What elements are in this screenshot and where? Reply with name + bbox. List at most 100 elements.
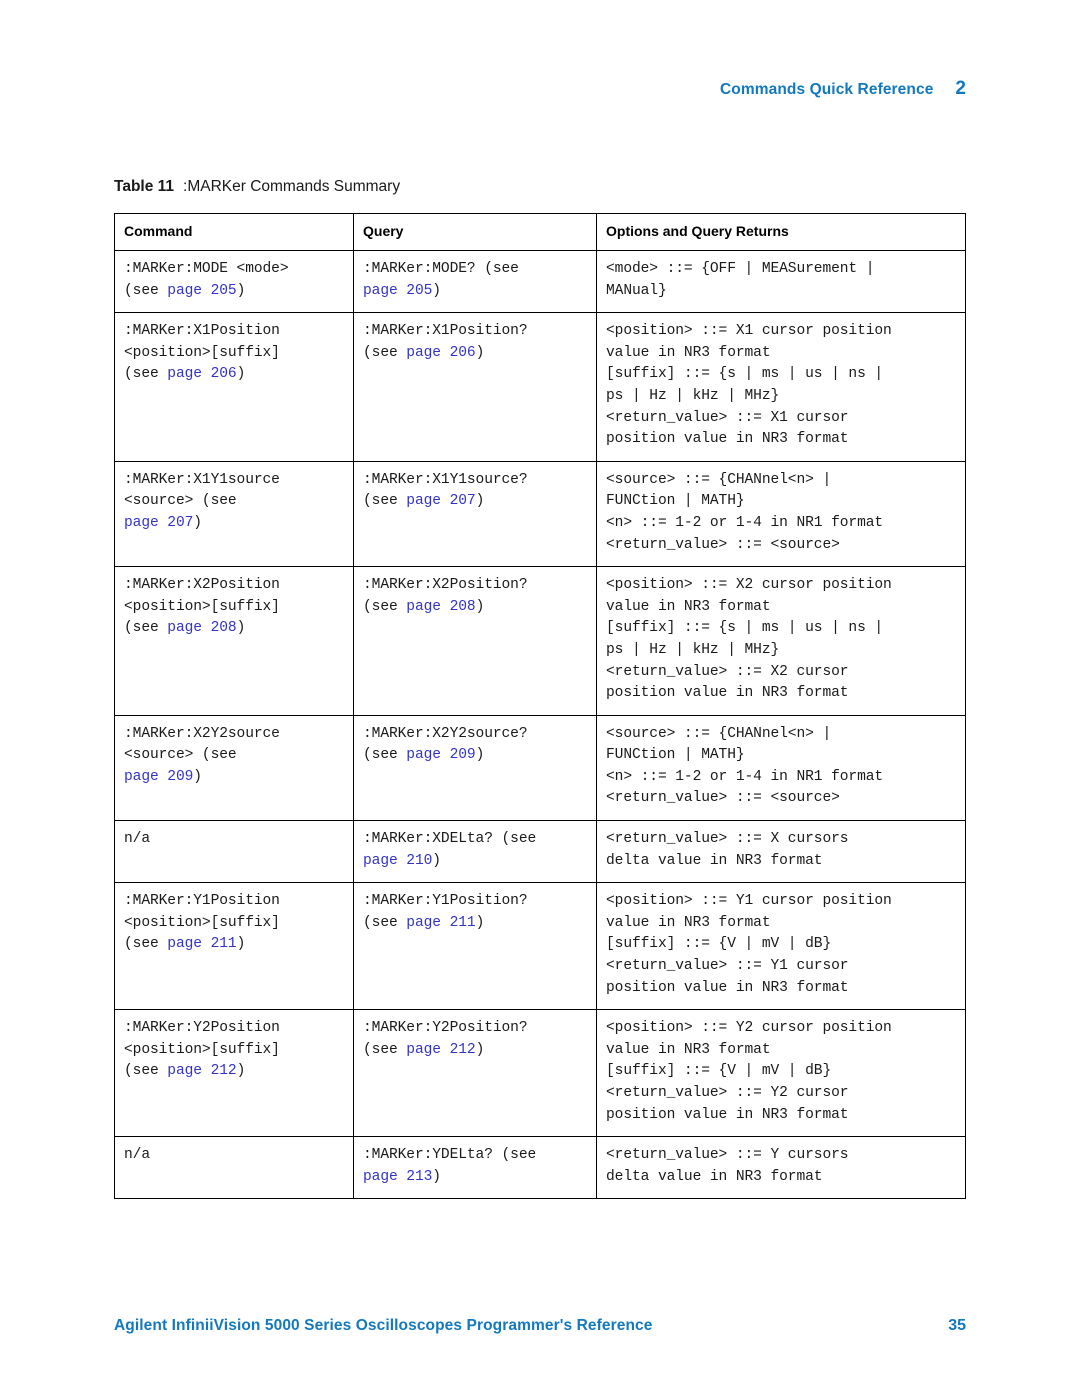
cell-text: ) bbox=[236, 1063, 246, 1080]
cell-line: MANual} bbox=[606, 281, 956, 303]
cell-line: FUNCtion | MATH} bbox=[606, 745, 956, 767]
cell-text: <n> ::= 1-2 or 1-4 in NR1 format bbox=[606, 768, 884, 785]
cell-text: ) bbox=[475, 598, 485, 615]
cell-line: ps | Hz | kHz | MHz} bbox=[606, 386, 956, 408]
cell-text: ) bbox=[193, 768, 202, 785]
cell-line: (see page 208) bbox=[363, 597, 587, 619]
cell-line: :MARKer:Y1Position bbox=[124, 891, 344, 913]
running-footer: Agilent InfiniiVision 5000 Series Oscill… bbox=[114, 1317, 966, 1335]
table-row: :MARKer:MODE <mode> (see page 205):MARKer… bbox=[114, 249, 966, 314]
cell-text: :MARKer:Y2Position? bbox=[363, 1020, 528, 1037]
cell-text: [suffix] ::= {s | ms | us | ns | bbox=[606, 620, 884, 637]
cell-text: :MARKer:Y1Position? bbox=[363, 893, 528, 910]
cell-text: value in NR3 format bbox=[606, 914, 771, 931]
cell-line: delta value in NR3 format bbox=[606, 851, 956, 873]
cell-query: :MARKer:Y2Position? (see page 212) bbox=[353, 1009, 597, 1138]
cell-text: <source> ::= {CHANnel<n> | bbox=[606, 471, 832, 488]
page-link[interactable]: page 205 bbox=[167, 283, 236, 299]
cell-text: ) bbox=[475, 344, 485, 361]
cell-options: <position> ::= X2 cursor position value i… bbox=[596, 566, 966, 716]
cell-command: :MARKer:Y2Position <position>[suffix] (see… bbox=[114, 1009, 354, 1138]
cell-text: ) bbox=[475, 914, 485, 931]
cell-text: :MARKer:MODE <mode> bbox=[124, 261, 289, 277]
cell-line: <position>[suffix] bbox=[124, 1040, 344, 1062]
table-head: Command Query Options and Query Returns bbox=[114, 213, 966, 251]
cell-text: :MARKer:X1Y1source bbox=[124, 471, 280, 488]
page-link[interactable]: page 207 bbox=[406, 493, 475, 509]
cell-text: (see bbox=[124, 282, 168, 299]
cell-text: <return_value> ::= Y2 cursor bbox=[606, 1085, 849, 1101]
cell-line: (see page 212) bbox=[363, 1040, 587, 1062]
cell-line: :MARKer:X1Y1source? bbox=[363, 470, 587, 492]
cell-text: :MARKer:Y2Position bbox=[124, 1020, 280, 1037]
cell-line: <source> ::= {CHANnel<n> | bbox=[606, 724, 956, 746]
cell-text: <source> ::= {CHANnel<n> | bbox=[606, 725, 832, 742]
cell-line: n/a bbox=[124, 1145, 344, 1167]
page-link[interactable]: page 206 bbox=[406, 345, 475, 361]
cell-query: :MARKer:X1Position? (see page 206) bbox=[353, 312, 597, 462]
page-link[interactable]: page 210 bbox=[363, 853, 432, 869]
page-link[interactable]: page 211 bbox=[167, 936, 236, 952]
page-link[interactable]: page 205 bbox=[363, 283, 432, 299]
cell-text: delta value in NR3 format bbox=[606, 852, 823, 869]
cell-line: <position> ::= Y2 cursor position bbox=[606, 1018, 956, 1040]
page-link[interactable]: page 206 bbox=[167, 366, 236, 382]
cell-line: <source> ::= {CHANnel<n> | bbox=[606, 470, 956, 492]
cell-line: (see page 206) bbox=[124, 364, 344, 386]
cell-line: position value in NR3 format bbox=[606, 429, 956, 451]
cell-text: <position>[suffix] bbox=[124, 344, 280, 361]
column-header-command: Command bbox=[114, 213, 354, 251]
cell-text: :MARKer:X2Position? bbox=[363, 577, 528, 594]
cell-text: ) bbox=[432, 282, 441, 299]
running-header: Commands Quick Reference 2 bbox=[720, 78, 966, 100]
cell-text: <source> (see bbox=[124, 747, 237, 764]
cell-command: :MARKer:X1Y1source <source> (see page 207) bbox=[114, 460, 354, 568]
cell-line: (see page 211) bbox=[363, 913, 587, 935]
cell-text: <return_value> ::= <source> bbox=[606, 790, 840, 807]
cell-command: n/a bbox=[114, 820, 354, 884]
cell-text: :MARKer:X2Y2source? bbox=[363, 725, 528, 742]
cell-line: <return_value> ::= Y2 cursor bbox=[606, 1083, 956, 1105]
cell-query: :MARKer:YDELta? (see page 213) bbox=[353, 1136, 597, 1200]
cell-line: FUNCtion | MATH} bbox=[606, 491, 956, 513]
page-link[interactable]: page 209 bbox=[124, 769, 193, 785]
page-link[interactable]: page 213 bbox=[363, 1169, 432, 1185]
cell-line: (see page 211) bbox=[124, 934, 344, 956]
page-link[interactable]: page 212 bbox=[406, 1042, 475, 1058]
cell-query: :MARKer:XDELta? (see page 210) bbox=[353, 820, 597, 884]
cell-query: :MARKer:X2Position? (see page 208) bbox=[353, 566, 597, 716]
cell-line: <return_value> ::= <source> bbox=[606, 535, 956, 557]
cell-text: <return_value> ::= Y cursors bbox=[606, 1147, 849, 1164]
cell-text: <return_value> ::= X cursors bbox=[606, 831, 849, 848]
page-link[interactable]: page 207 bbox=[124, 515, 193, 531]
cell-line: (see page 205) bbox=[124, 281, 344, 303]
table-row: :MARKer:Y1Position <position>[suffix] (see… bbox=[114, 882, 966, 1011]
cell-text: ) bbox=[475, 493, 485, 510]
cell-options: <position> ::= X1 cursor position value i… bbox=[596, 312, 966, 462]
chapter-number: 2 bbox=[955, 78, 966, 99]
table-row: n/a:MARKer:XDELta? (see page 210) <return_… bbox=[114, 820, 966, 884]
cell-query: :MARKer:X1Y1source? (see page 207) bbox=[353, 460, 597, 568]
cell-text: ) bbox=[236, 936, 246, 953]
page-link[interactable]: page 212 bbox=[167, 1063, 236, 1079]
cell-text: :MARKer:YDELta? (see bbox=[363, 1147, 537, 1164]
page-link[interactable]: page 208 bbox=[406, 599, 475, 615]
cell-text: ) bbox=[475, 747, 485, 764]
cell-query: :MARKer:MODE? (see page 205) bbox=[353, 249, 597, 314]
cell-text: ) bbox=[432, 852, 441, 869]
cell-line: position value in NR3 format bbox=[606, 1105, 956, 1127]
cell-line: :MARKer:YDELta? (see bbox=[363, 1145, 587, 1167]
cell-line: <position>[suffix] bbox=[124, 913, 344, 935]
cell-text: <return_value> ::= Y1 cursor bbox=[606, 958, 849, 975]
cell-line: <return_value> ::= Y cursors bbox=[606, 1145, 956, 1167]
page-link[interactable]: page 208 bbox=[167, 620, 236, 636]
cell-options: <mode> ::= {OFF | MEASurement | MANual} bbox=[596, 249, 966, 314]
footer-title: Agilent InfiniiVision 5000 Series Oscill… bbox=[114, 1317, 653, 1334]
page-link[interactable]: page 209 bbox=[406, 747, 475, 763]
cell-line: :MARKer:Y2Position? bbox=[363, 1018, 587, 1040]
cell-options: <return_value> ::= X cursorsdelta value … bbox=[596, 820, 966, 884]
cell-command: :MARKer:Y1Position <position>[suffix] (see… bbox=[114, 882, 354, 1011]
page-link[interactable]: page 211 bbox=[406, 915, 475, 931]
cell-text: <position>[suffix] bbox=[124, 1041, 280, 1058]
cell-line: n/a bbox=[124, 829, 344, 851]
